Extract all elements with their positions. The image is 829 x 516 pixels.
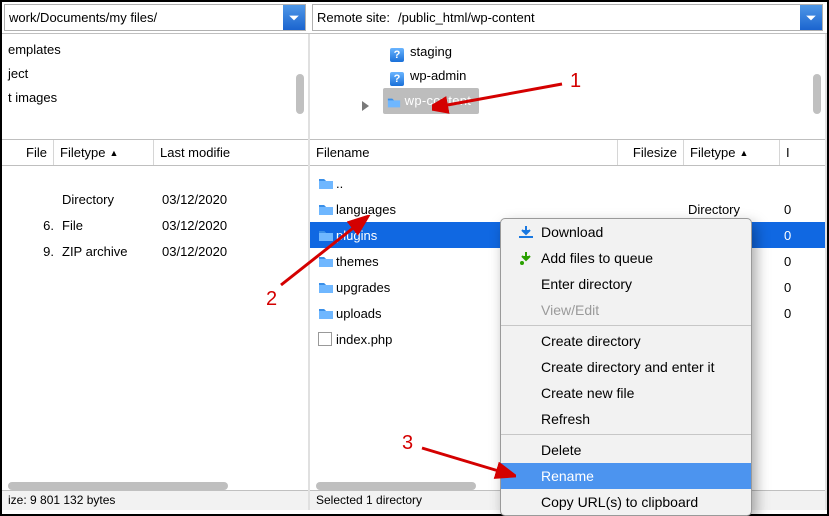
annotation-arrow-2 xyxy=(275,215,375,295)
col-lastmod[interactable]: Last modifie xyxy=(154,140,308,165)
menu-create-file[interactable]: Create new file xyxy=(501,380,751,406)
menu-create-directory[interactable]: Create directory xyxy=(501,328,751,354)
local-file-list[interactable]: Directory 03/12/2020 6. File 03/12/2020 … xyxy=(2,166,308,510)
folder-icon xyxy=(318,202,332,216)
local-status: ize: 9 801 132 bytes xyxy=(2,490,308,510)
remote-path-value: /public_html/wp-content xyxy=(394,10,800,25)
local-columns: File Filetype▲ Last modifie xyxy=(2,140,308,166)
menu-copy-url[interactable]: Copy URL(s) to clipboard xyxy=(501,489,751,515)
list-item[interactable]: 9. ZIP archive 03/12/2020 xyxy=(2,238,308,264)
chevron-down-icon xyxy=(805,12,817,24)
remote-path-dropdown[interactable] xyxy=(800,5,822,30)
context-menu: Download Add files to queue Enter direct… xyxy=(500,218,752,516)
menu-download[interactable]: Download xyxy=(501,219,751,245)
col-file[interactable]: File xyxy=(2,140,54,165)
tree-item[interactable]: t images xyxy=(4,86,300,110)
annotation-number-2: 2 xyxy=(266,288,277,311)
menu-rename[interactable]: Rename xyxy=(501,463,751,489)
annotation-number-1: 1 xyxy=(570,70,581,93)
col-filesize[interactable]: Filesize xyxy=(618,140,684,165)
menu-enter-directory[interactable]: Enter directory xyxy=(501,271,751,297)
menu-create-enter[interactable]: Create directory and enter it xyxy=(501,354,751,380)
sort-asc-icon: ▲ xyxy=(740,148,749,158)
sort-asc-icon: ▲ xyxy=(110,148,119,158)
local-pane: emplates ject t images File Filetype▲ La… xyxy=(2,34,310,510)
list-item[interactable]: 6. File 03/12/2020 xyxy=(2,212,308,238)
scrollbar-thumb[interactable] xyxy=(316,482,476,490)
list-item[interactable]: Directory 03/12/2020 xyxy=(2,186,308,212)
tree-item[interactable]: ?staging xyxy=(390,40,825,64)
add-queue-icon xyxy=(517,251,535,265)
local-tree[interactable]: emplates ject t images xyxy=(2,34,308,140)
remote-label: Remote site: xyxy=(313,10,394,25)
menu-view-edit: View/Edit xyxy=(501,297,751,323)
local-path-combo[interactable]: work/Documents/my files/ xyxy=(4,4,306,31)
folder-icon xyxy=(318,176,332,190)
col-filename[interactable]: Filename xyxy=(310,140,618,165)
remote-columns: Filename Filesize Filetype▲ I xyxy=(310,140,825,166)
local-path-dropdown[interactable] xyxy=(283,5,305,30)
annotation-number-3: 3 xyxy=(402,432,413,455)
annotation-arrow-1 xyxy=(432,76,572,116)
remote-path-combo[interactable]: Remote site: /public_html/wp-content xyxy=(312,4,823,31)
col-filetype[interactable]: Filetype▲ xyxy=(54,140,154,165)
annotation-arrow-3 xyxy=(416,440,516,480)
menu-delete[interactable]: Delete xyxy=(501,437,751,463)
question-icon: ? xyxy=(390,72,404,86)
tree-item[interactable]: ject xyxy=(4,62,300,86)
download-icon xyxy=(517,225,535,239)
scrollbar-thumb[interactable] xyxy=(296,74,304,114)
menu-add-queue[interactable]: Add files to queue xyxy=(501,245,751,271)
file-icon xyxy=(318,332,332,346)
folder-icon xyxy=(387,94,401,108)
folder-icon xyxy=(318,306,332,320)
scrollbar-thumb[interactable] xyxy=(8,482,228,490)
col-filetype[interactable]: Filetype▲ xyxy=(684,140,780,165)
list-item[interactable]: .. xyxy=(310,170,825,196)
scrollbar-thumb[interactable] xyxy=(813,74,821,114)
question-icon: ? xyxy=(390,48,404,62)
chevron-down-icon xyxy=(288,12,300,24)
col-extra[interactable]: I xyxy=(780,140,825,165)
tree-item[interactable]: emplates xyxy=(4,38,300,62)
local-path-value: work/Documents/my files/ xyxy=(5,10,283,25)
menu-refresh[interactable]: Refresh xyxy=(501,406,751,432)
expander-icon[interactable] xyxy=(362,101,369,111)
